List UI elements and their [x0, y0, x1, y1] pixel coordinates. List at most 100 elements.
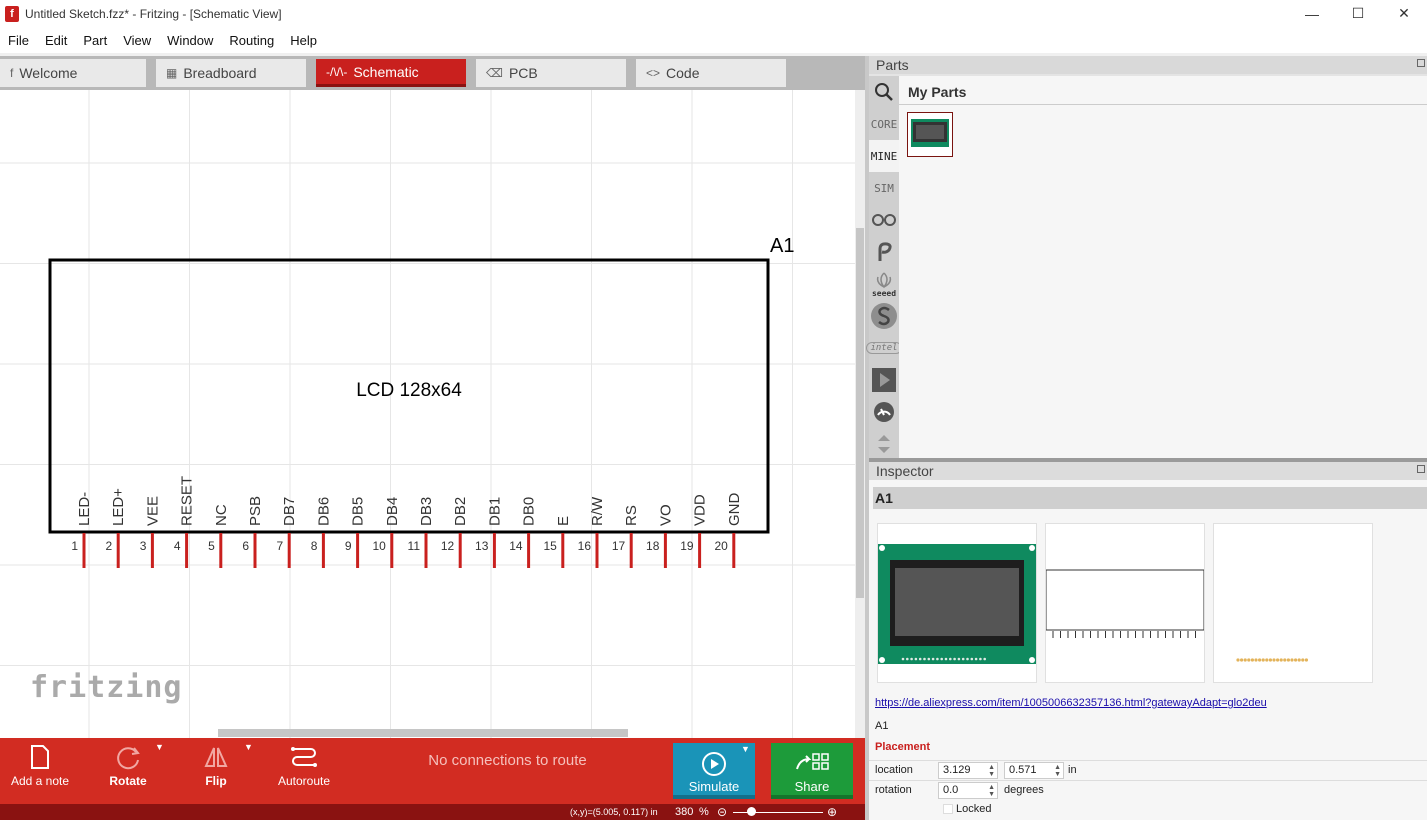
float-panel-icon[interactable] [1417, 59, 1425, 67]
inspector-title: A1 [873, 487, 1427, 509]
float-panel-icon[interactable] [1417, 465, 1425, 473]
sparkfun-icon[interactable] [869, 300, 899, 332]
thumb-pin [953, 657, 956, 661]
simulate-dropdown-icon[interactable]: ▼ [741, 744, 750, 756]
thumb-pin [918, 657, 922, 661]
spin-arrows-icon[interactable]: ▲ ▼ [988, 784, 995, 798]
rotation-input[interactable]: 0.0 ▲ ▼ [938, 782, 998, 799]
locked-row: Locked [869, 800, 1427, 820]
menu-file[interactable]: File [0, 33, 37, 48]
rotate-dropdown-icon[interactable]: ▼ [155, 742, 164, 754]
pin-name: DB7 [281, 497, 298, 526]
pin-name: DB5 [350, 497, 367, 526]
search-icon[interactable] [869, 76, 899, 108]
code-icon: <> [646, 66, 661, 80]
thumb-pin [961, 657, 965, 661]
breadboard-view-image [877, 523, 1037, 683]
pin-number: 19 [680, 539, 694, 553]
flip-button[interactable]: Flip [198, 738, 234, 804]
menu-bar: File Edit Part View Window Routing Help [0, 27, 1427, 53]
thumb-pin [944, 657, 948, 661]
fritzing-app-icon: f [5, 5, 19, 22]
fritzing-bin-icon[interactable] [869, 236, 899, 268]
close-icon[interactable]: ✕ [1381, 0, 1427, 27]
thumb-pin [970, 657, 974, 661]
pin-name: RS [623, 505, 640, 526]
play-icon[interactable] [869, 364, 899, 396]
pin-number: 18 [646, 539, 660, 553]
pcb-icon: ⌫ [486, 66, 503, 80]
zoom-slider-handle[interactable] [747, 807, 756, 816]
thumb-pin [1258, 658, 1262, 662]
horizontal-scrollbar[interactable] [0, 728, 855, 738]
zoom-in-icon[interactable]: ⊕ [827, 805, 837, 819]
location-x-input[interactable]: 3.129 ▲ ▼ [938, 762, 998, 779]
menu-window[interactable]: Window [159, 33, 221, 48]
bin-intel[interactable]: intel [866, 332, 902, 364]
rotation-row: rotation 0.0 ▲ ▼ degrees [869, 780, 1427, 800]
parts-bin-content: My Parts [899, 76, 1427, 458]
minimize-icon[interactable]: — [1289, 0, 1335, 27]
thumb-pin [966, 657, 969, 661]
share-button[interactable]: Share [771, 743, 853, 799]
bin-core[interactable]: CORE [869, 108, 899, 140]
locked-checkbox[interactable] [943, 804, 953, 814]
seeed-icon[interactable]: seeed [869, 268, 899, 300]
schematic-canvas[interactable]: A1 LCD 128x64 1 LED- 2 LED+ 3 VEE 4 RESET 5 NC 6 PS… [0, 90, 855, 738]
pcb-view-image [1213, 523, 1373, 683]
parts-bin-list: CORE MINE SIM seeed intel [866, 76, 902, 460]
flip-dropdown-icon[interactable]: ▼ [244, 742, 253, 754]
tab-schematic[interactable]: -/\/\- Schematic [316, 59, 466, 87]
tab-welcome[interactable]: f Welcome [0, 59, 146, 87]
menu-edit[interactable]: Edit [37, 33, 75, 48]
part-url-link[interactable]: https://de.aliexpress.com/item/100500663… [875, 697, 1267, 709]
resistor-icon: -/\/\- [326, 64, 348, 79]
bin-title: My Parts [899, 76, 1427, 105]
pin-number: 12 [441, 539, 455, 553]
lcd-part-thumbnail[interactable] [907, 112, 953, 157]
zoom-out-icon[interactable]: ⊝ [717, 805, 727, 819]
bin-mine[interactable]: MINE [869, 140, 899, 172]
status-bar: (x,y)=(5.005, 0.117) in 380 % ⊝ ⊕ [0, 804, 865, 820]
pin-name: GND [726, 493, 743, 527]
pin-number: 14 [509, 539, 523, 553]
play-circle-icon [702, 752, 726, 776]
pin-name: E [555, 516, 572, 526]
tab-pcb[interactable]: ⌫ PCB [476, 59, 626, 87]
arrows-icon[interactable] [869, 428, 899, 460]
pin-number: 17 [612, 539, 626, 553]
add-note-button[interactable]: Add a note [8, 738, 72, 804]
pin-name: DB4 [384, 497, 401, 526]
spin-arrows-icon[interactable]: ▲ ▼ [988, 764, 995, 778]
autoroute-button[interactable]: Autoroute [274, 738, 334, 804]
tab-code[interactable]: <> Code [636, 59, 786, 87]
bin-sim[interactable]: SIM [869, 172, 899, 204]
pin-name: LED+ [110, 488, 127, 526]
thumb-pin [1243, 658, 1247, 662]
rotate-button[interactable]: Rotate [104, 738, 152, 804]
pin-name: VEE [144, 496, 161, 526]
thumb-pin [1294, 658, 1298, 662]
tab-breadboard[interactable]: ▦ Breadboard [156, 59, 306, 87]
vertical-scrollbar[interactable] [855, 90, 865, 738]
menu-help[interactable]: Help [282, 33, 325, 48]
pin-number: 1 [71, 539, 78, 553]
menu-view[interactable]: View [115, 33, 159, 48]
thumb-pin [931, 657, 935, 661]
spin-arrows-icon[interactable]: ▲ ▼ [1054, 764, 1061, 778]
inspector-panel: Inspector A1 https://de.aliexpress.com/i… [869, 462, 1427, 820]
schematic-part[interactable]: A1 LCD 128x64 1 LED- 2 LED+ 3 VEE 4 RESET 5 NC 6 PS… [0, 90, 855, 738]
thumb-pin [901, 657, 905, 661]
pin-name: DB1 [486, 497, 503, 526]
pin-name: DB2 [452, 497, 469, 526]
autoroute-icon [291, 747, 317, 767]
thumb-pin [1272, 658, 1276, 662]
location-y-input[interactable]: 0.571 ▲ ▼ [1004, 762, 1064, 779]
menu-routing[interactable]: Routing [221, 33, 282, 48]
thumb-pin [979, 657, 982, 661]
maximize-icon[interactable]: ☐ [1335, 0, 1381, 27]
arduino-icon[interactable] [869, 204, 899, 236]
gauge-icon[interactable] [869, 396, 899, 428]
view-tabs: f Welcome ▦ Breadboard -/\/\- Schematic … [0, 56, 865, 90]
menu-part[interactable]: Part [75, 33, 115, 48]
